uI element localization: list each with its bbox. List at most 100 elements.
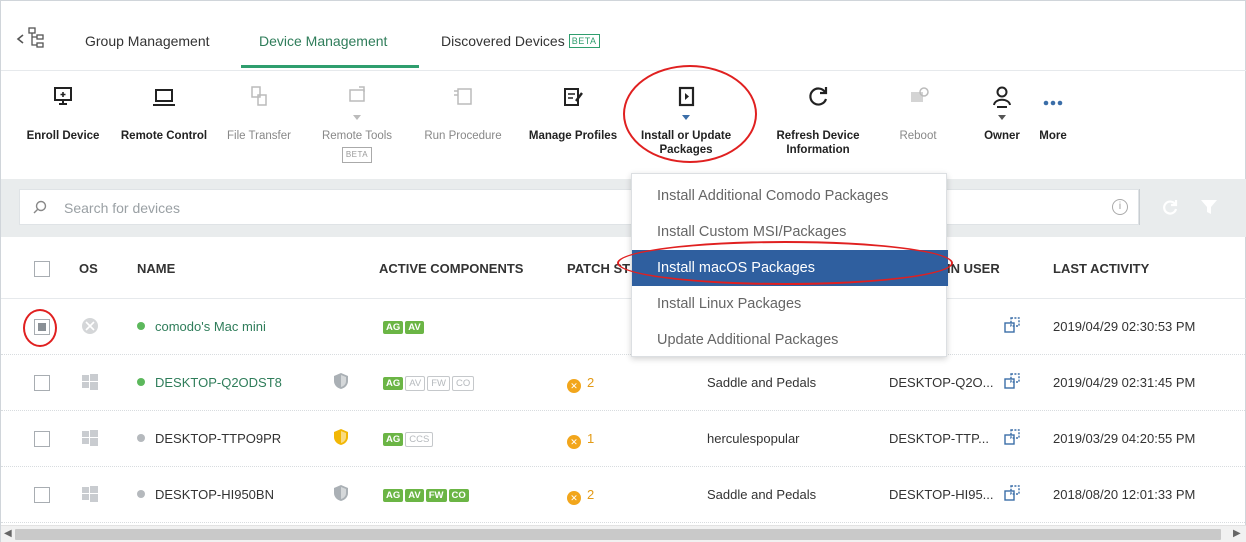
select-all-checkbox[interactable] [34, 261, 50, 277]
logged-in-user-cell: DESKTOP-Q2O... [889, 375, 994, 390]
refresh-label-line1: Refresh Device [776, 130, 860, 142]
security-shield-icon [334, 373, 348, 389]
component-badge: CCS [405, 432, 434, 447]
scroll-right-icon[interactable]: ▶ [1233, 528, 1241, 539]
table-header: OS NAME ACTIVE COMPONENTS PATCH ST IN US… [1, 237, 1246, 299]
file-transfer-button[interactable]: File Transfer [217, 83, 301, 143]
active-components-cell: AG AV [383, 318, 426, 334]
row-checkbox[interactable] [34, 431, 50, 447]
horizontal-scrollbar[interactable]: ◀ ▶ [1, 525, 1246, 542]
security-warning-shield-icon [334, 429, 348, 445]
table-row[interactable]: DESKTOP-HI950BN AG AV FW CO ✕ 2 Saddle and Peda… [1, 467, 1246, 523]
tab-bar: Group Management Device Management Disco… [1, 1, 1246, 71]
install-packages-dropdown: Install Additional Comodo Packages Instal… [631, 173, 948, 358]
more-icon [1043, 100, 1063, 106]
scrollbar-thumb[interactable] [15, 529, 1221, 540]
search-input[interactable] [64, 198, 664, 218]
device-name-link[interactable]: comodo's Mac mini [155, 319, 266, 334]
assign-user-icon[interactable] [1004, 317, 1020, 333]
offline-status-dot [137, 490, 145, 498]
column-header-os[interactable]: OS [79, 261, 98, 276]
enroll-device-icon [54, 87, 72, 105]
column-header-logged-in-user[interactable]: IN USER [947, 261, 1000, 276]
owner-label: Owner [984, 130, 1020, 142]
refresh-device-information-button[interactable]: Refresh Device Information [771, 83, 865, 157]
row-checkbox[interactable] [34, 319, 50, 335]
remote-tools-button[interactable]: Remote Tools BETA [315, 83, 399, 163]
assign-user-icon[interactable] [1004, 429, 1020, 445]
assign-user-icon[interactable] [1004, 485, 1020, 501]
patch-warning-icon: ✕ [567, 491, 581, 505]
divider [1139, 189, 1140, 225]
online-status-dot [137, 322, 145, 330]
dropdown-item[interactable]: Install macOS Packages [632, 250, 948, 286]
refresh-icon [809, 87, 828, 106]
patch-status-cell[interactable]: ✕ 2 [567, 375, 594, 393]
table-row[interactable]: DESKTOP-Q2ODST8 AG AV FW CO ✕ 2 Saddle and Peda… [1, 355, 1246, 411]
component-badge: FW [425, 489, 447, 502]
reboot-icon [911, 87, 929, 102]
column-header-name[interactable]: NAME [137, 261, 175, 276]
refresh-list-icon[interactable] [1159, 197, 1181, 219]
device-name-link[interactable]: DESKTOP-TTPO9PR [155, 431, 281, 446]
install-or-update-packages-button[interactable]: Install or Update Packages [641, 83, 731, 157]
dropdown-item[interactable]: Install Custom MSI/Packages [632, 214, 948, 250]
online-status-dot [137, 378, 145, 386]
device-name-cell[interactable]: DESKTOP-HI950BN [137, 487, 274, 502]
component-badge: AV [405, 321, 424, 334]
info-icon[interactable]: i [1112, 199, 1128, 215]
column-header-patch-status[interactable]: PATCH ST [567, 261, 630, 276]
device-name-cell[interactable]: DESKTOP-Q2ODST8 [137, 375, 282, 390]
scroll-left-icon[interactable]: ◀ [4, 528, 12, 539]
owner-button[interactable]: Owner [977, 83, 1027, 143]
active-components-cell: AG CCS [383, 430, 435, 447]
patch-status-cell[interactable]: ✕ 2 [567, 487, 594, 505]
column-header-last-activity[interactable]: LAST ACTIVITY [1053, 261, 1149, 276]
table-row[interactable]: DESKTOP-TTPO9PR AG CCS ✕ 1 herculespopular DES… [1, 411, 1246, 467]
patch-count: 2 [587, 487, 595, 502]
active-components-cell: AG AV FW CO [383, 374, 476, 391]
file-transfer-label: File Transfer [227, 130, 291, 142]
tab-device-management[interactable]: Device Management [259, 33, 387, 49]
more-button[interactable]: More [1031, 83, 1075, 143]
enroll-device-button[interactable]: Enroll Device [23, 83, 103, 143]
remote-control-button[interactable]: Remote Control [117, 83, 211, 143]
patch-status-cell[interactable]: ✕ 1 [567, 431, 594, 449]
dropdown-item[interactable]: Install Additional Comodo Packages [632, 178, 948, 214]
manage-profiles-button[interactable]: Manage Profiles [523, 83, 623, 143]
row-checkbox[interactable] [34, 487, 50, 503]
device-name-link[interactable]: DESKTOP-Q2ODST8 [155, 375, 282, 390]
patch-warning-icon: ✕ [567, 379, 581, 393]
remote-tools-icon [349, 86, 365, 102]
active-components-cell: AG AV FW CO [383, 486, 471, 502]
device-name-cell[interactable]: comodo's Mac mini [137, 319, 266, 334]
tab-group-management[interactable]: Group Management [85, 33, 210, 49]
device-name-link[interactable]: DESKTOP-HI950BN [155, 487, 274, 502]
search-box: i [19, 189, 1139, 225]
dropdown-item[interactable]: Update Additional Packages [632, 322, 948, 358]
device-name-cell[interactable]: DESKTOP-TTPO9PR [137, 431, 281, 446]
search-bar: i [1, 179, 1246, 237]
component-badge: AV [405, 376, 426, 391]
reboot-button[interactable]: Reboot [893, 83, 943, 143]
table-row[interactable]: comodo's Mac mini AG AV 2019/04/29 02:30:53… [1, 299, 1246, 355]
install-caret-icon [682, 115, 690, 120]
remote-tools-beta-badge: BETA [341, 147, 373, 163]
last-activity-cell: 2019/03/29 04:20:55 PM [1053, 431, 1196, 446]
tab-discovered-devices[interactable]: Discovered Devices BETA [441, 33, 600, 49]
remote-control-label: Remote Control [120, 130, 208, 142]
device-tree-toggle-icon[interactable] [15, 23, 55, 53]
dropdown-item[interactable]: Install Linux Packages [632, 286, 948, 322]
assign-user-icon[interactable] [1004, 373, 1020, 389]
column-header-active-components[interactable]: ACTIVE COMPONENTS [379, 261, 523, 276]
tab-discovered-devices-label: Discovered Devices [441, 33, 565, 49]
component-badge: CO [448, 489, 469, 502]
windows-icon [82, 486, 98, 502]
owner-cell: herculespopular [707, 431, 800, 446]
owner-cell: Saddle and Pedals [707, 487, 817, 502]
filter-icon[interactable] [1199, 197, 1219, 217]
install-label-line1: Install or Update [641, 130, 732, 142]
enroll-device-label: Enroll Device [26, 130, 100, 142]
run-procedure-button[interactable]: Run Procedure [417, 83, 509, 143]
row-checkbox[interactable] [34, 375, 50, 391]
